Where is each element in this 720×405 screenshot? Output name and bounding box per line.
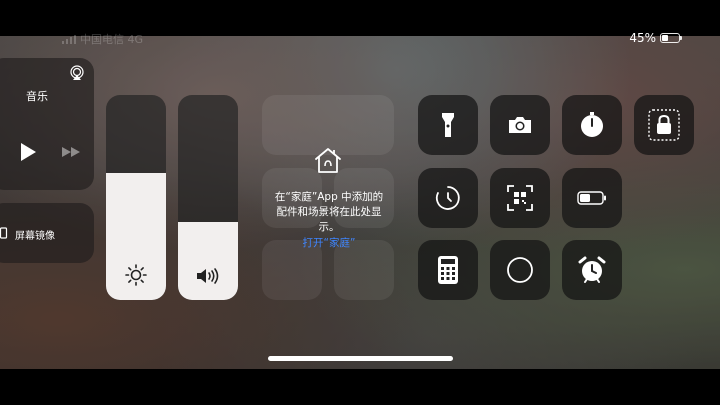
volume-fill	[178, 222, 238, 300]
volume-slider[interactable]	[178, 95, 238, 300]
open-home-link[interactable]: 打开“家庭”	[270, 235, 388, 250]
screen-recording-button[interactable]	[418, 168, 478, 228]
battery-icon	[660, 33, 682, 43]
low-power-mode-button[interactable]	[562, 168, 622, 228]
brightness-slider[interactable]	[106, 95, 166, 300]
dark-mode-button[interactable]	[490, 240, 550, 300]
flashlight-button[interactable]	[418, 95, 478, 155]
battery-status: 45%	[629, 31, 682, 45]
airplay-audio-icon[interactable]	[69, 65, 85, 81]
rotation-lock-icon	[648, 109, 680, 141]
screen-recording-icon	[435, 186, 460, 210]
calculator-icon	[438, 256, 458, 284]
home-icon	[315, 148, 341, 173]
fast-forward-icon[interactable]	[62, 147, 80, 157]
flashlight-icon	[442, 113, 454, 137]
alarm-icon	[578, 256, 606, 283]
screen-mirroring-label: 屏幕镜像	[15, 231, 55, 242]
dark-mode-icon	[507, 257, 533, 283]
low-power-mode-icon	[577, 191, 606, 205]
timer-button[interactable]	[562, 95, 622, 155]
rotation-lock-button[interactable]	[634, 95, 694, 155]
camera-button[interactable]	[490, 95, 550, 155]
camera-icon	[509, 117, 531, 133]
volume-icon	[197, 268, 219, 284]
brightness-icon	[125, 264, 147, 286]
carrier-status: 中国电信 4G	[62, 31, 143, 47]
screen-mirroring-icon	[0, 227, 8, 239]
home-empty-message: 在“家庭”App 中添加的配件和场景将在此处显示。	[274, 191, 384, 233]
home-indicator[interactable]	[268, 356, 453, 361]
calculator-button[interactable]	[418, 240, 478, 300]
qr-scanner-button[interactable]	[490, 168, 550, 228]
play-button[interactable]	[19, 142, 37, 162]
alarm-button[interactable]	[562, 240, 622, 300]
battery-level-fill	[662, 35, 669, 41]
qr-code-scanner-icon	[507, 185, 533, 211]
battery-percent: 45%	[629, 31, 656, 45]
signal-icon	[62, 34, 76, 44]
timer-icon	[581, 112, 603, 137]
carrier-label: 中国电信 4G	[80, 33, 144, 46]
music-title: 音乐	[26, 90, 48, 103]
